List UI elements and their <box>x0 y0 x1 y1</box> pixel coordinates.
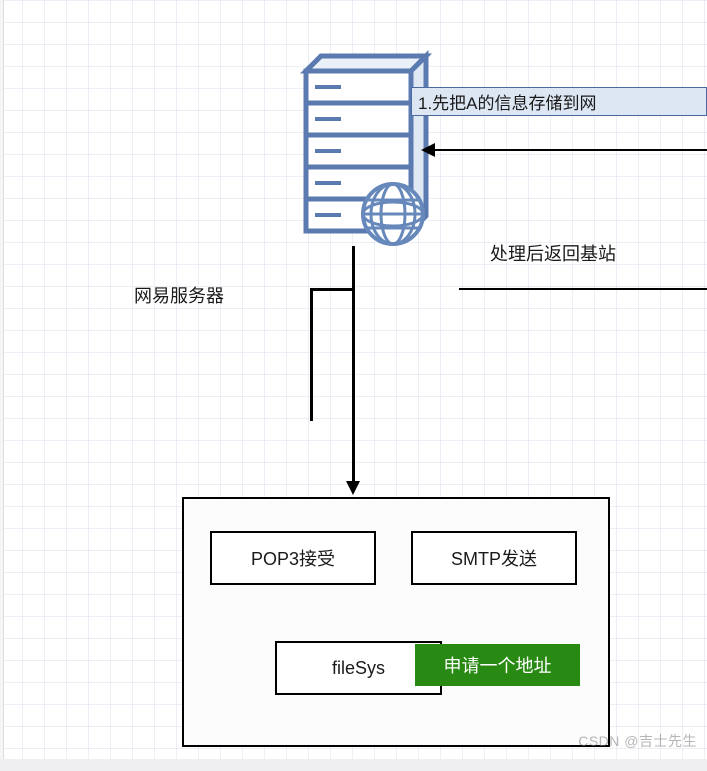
apply-label: 申请一个地址 <box>444 652 552 678</box>
arrow-to-server-head <box>421 143 435 157</box>
filesystem-label: fileSys <box>332 658 385 679</box>
step-1-text: 1.先把A的信息存储到网 <box>418 89 597 114</box>
pop3-box: POP3接受 <box>210 531 376 585</box>
server-label: 网易服务器 <box>134 282 224 308</box>
watermark: CSDN @吉士先生 <box>578 731 697 751</box>
arrow-to-container-head <box>346 481 360 495</box>
smtp-box: SMTP发送 <box>411 531 577 585</box>
return-line <box>459 288 707 290</box>
smtp-label: SMTP发送 <box>451 545 537 571</box>
arrow-to-server-line <box>434 149 707 151</box>
connector-elbow-h <box>310 288 355 291</box>
ruler-left <box>0 0 4 771</box>
apply-address-button[interactable]: 申请一个地址 <box>415 644 580 686</box>
connector-elbow-v <box>310 291 313 421</box>
bottom-bar <box>0 759 707 771</box>
return-label: 处理后返回基站 <box>490 240 616 266</box>
pop3-label: POP3接受 <box>251 545 335 571</box>
step-1-info-box: 1.先把A的信息存储到网 <box>411 87 707 116</box>
server-icon <box>271 46 436 251</box>
connector-vertical <box>352 246 355 482</box>
